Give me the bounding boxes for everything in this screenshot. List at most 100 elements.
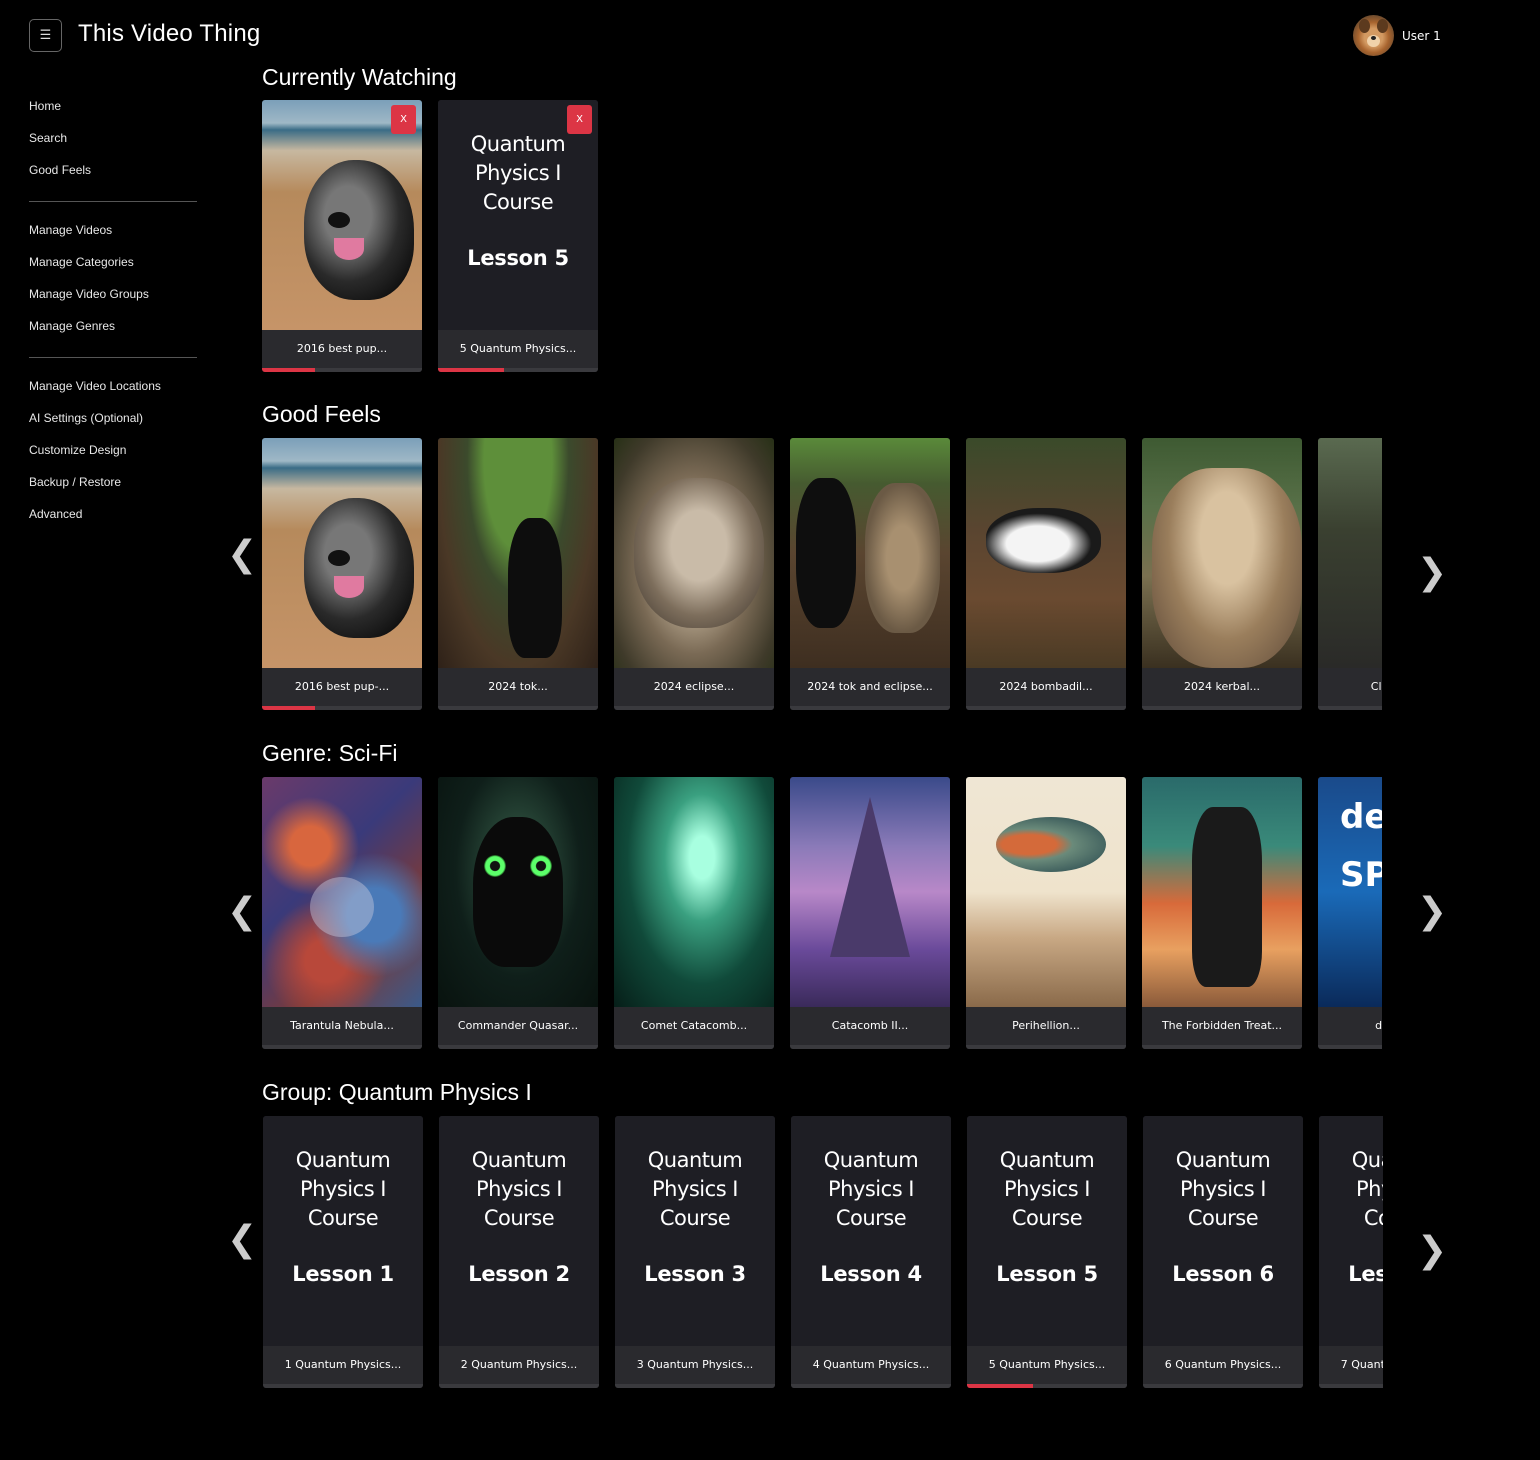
video-card[interactable]: Tarantula Nebula... — [262, 777, 422, 1049]
thumbnail-course-title: QuantumPhysics ICourse — [647, 1148, 743, 1230]
thumbnail-course-title: QuantumPhysics ICourse — [1175, 1148, 1271, 1230]
scroll-right-arrow-icon[interactable]: ❯ — [1417, 892, 1447, 932]
video-thumbnail: Quantum Physics I Course Lesson 5 — [967, 1116, 1127, 1346]
video-card[interactable]: Quantum Physics I Course Lesson 4 4 Quantum … — [791, 1116, 951, 1388]
video-thumbnail: Quantum Physics I Course Lesson 5 — [438, 100, 598, 330]
video-card[interactable]: Quantum Physics I Course Lesson 5 X 5 Qu… — [438, 100, 598, 372]
video-caption: Cloaked... — [1318, 668, 1382, 706]
sidebar-item-customize-design[interactable]: Customize Design — [29, 440, 197, 472]
app-title[interactable]: This Video Thing — [78, 20, 260, 48]
thumbnail-lesson-title: Lesson 7 — [1348, 1262, 1383, 1286]
row-title-currently-watching: Currently Watching — [262, 64, 457, 90]
sidebar-item-ai-settings[interactable]: AI Settings (Optional) — [29, 408, 197, 440]
video-card[interactable]: Quantum Physics I Course Lesson 6 6 Quantum … — [1143, 1116, 1303, 1388]
video-thumbnail: Quantum Physics I Course Lesson 3 — [615, 1116, 775, 1346]
video-thumbnail — [1142, 438, 1302, 668]
video-thumbnail — [790, 438, 950, 668]
video-thumbnail — [262, 438, 422, 668]
video-card[interactable]: 2024 kerbal... — [1142, 438, 1302, 710]
video-thumbnail: Quantum Physics I Course Lesson 2 — [439, 1116, 599, 1346]
thumbnail-course-title: Quantum Physics I Course — [470, 132, 566, 214]
video-card[interactable]: Catacomb II... — [790, 777, 950, 1049]
video-thumbnail: Quantum Physics I Course Lesson 6 — [1143, 1116, 1303, 1346]
video-caption: deStar... — [1318, 1007, 1382, 1045]
video-card[interactable]: Perihellion... — [966, 777, 1126, 1049]
sidebar-item-good-feels[interactable]: Good Feels — [29, 160, 197, 192]
video-thumbnail — [966, 777, 1126, 1007]
video-card[interactable]: 2016 best pup-... — [262, 438, 422, 710]
thumbnail-lesson-title: Lesson 2 — [468, 1262, 570, 1286]
watch-progress-bar — [790, 706, 950, 710]
sidebar-item-home[interactable]: Home — [29, 96, 197, 128]
sidebar-item-manage-video-locations[interactable]: Manage Video Locations — [29, 376, 197, 408]
row-title-genre-scifi: Genre: Sci-Fi — [262, 740, 398, 766]
watch-progress-bar — [1142, 706, 1302, 710]
video-card[interactable]: Quantum Physics I Course Lesson 1 1 Quantum … — [263, 1116, 423, 1388]
video-thumbnail: Quantum Physics I Course Lesson 4 — [791, 1116, 951, 1346]
sidebar-item-backup-restore[interactable]: Backup / Restore — [29, 472, 197, 504]
thumbnail-lesson-title: Lesson 1 — [292, 1262, 394, 1286]
video-caption: 2024 kerbal... — [1142, 668, 1302, 706]
video-card[interactable]: Quantum Physics I Course Lesson 2 2 Quantum … — [439, 1116, 599, 1388]
sidebar-item-manage-categories[interactable]: Manage Categories — [29, 252, 197, 284]
video-caption: 3 Quantum Physics... — [615, 1346, 775, 1384]
video-caption: 2024 eclipse... — [614, 668, 774, 706]
watch-progress-bar — [614, 706, 774, 710]
video-card[interactable]: 2024 eclipse... — [614, 438, 774, 710]
video-card[interactable]: 2024 tok... — [438, 438, 598, 710]
video-card[interactable]: QuantumPhysics ICourse Lesson 7 7 Quantum … — [1319, 1116, 1383, 1388]
video-card[interactable]: Quantum Physics I Course Lesson 5 5 Quantum … — [967, 1116, 1127, 1388]
remove-from-watching-button[interactable]: X — [567, 105, 592, 134]
video-card[interactable]: Commander Quasar... — [438, 777, 598, 1049]
sidebar-item-manage-genres[interactable]: Manage Genres — [29, 316, 197, 348]
thumbnail-course-title: QuantumPhysics ICourse — [471, 1148, 567, 1230]
video-caption: 2 Quantum Physics... — [439, 1346, 599, 1384]
sidebar-item-search[interactable]: Search — [29, 128, 197, 160]
watch-progress-bar — [439, 1384, 599, 1388]
sidebar-nav: Home Search Good Feels Manage Videos Man… — [29, 96, 197, 536]
watch-progress-bar — [262, 368, 422, 372]
scroll-left-arrow-icon[interactable]: ❮ — [227, 535, 257, 575]
remove-from-watching-button[interactable]: X — [391, 105, 416, 134]
thumbnail-course-title: QuantumPhysics ICourse — [1351, 1148, 1383, 1230]
video-caption: 6 Quantum Physics... — [1143, 1346, 1303, 1384]
video-card[interactable]: The Forbidden Treat... — [1142, 777, 1302, 1049]
video-thumbnail — [614, 438, 774, 668]
sidebar-item-manage-videos[interactable]: Manage Videos — [29, 220, 197, 252]
watch-progress-bar — [615, 1384, 775, 1388]
video-caption: 1 Quantum Physics... — [263, 1346, 423, 1384]
watch-progress-bar — [1143, 1384, 1303, 1388]
video-caption: The Forbidden Treat... — [1142, 1007, 1302, 1045]
scroll-right-arrow-icon[interactable]: ❯ — [1417, 553, 1447, 593]
video-caption: 2016 best pup... — [262, 330, 422, 368]
video-card[interactable]: X 2016 best pup... — [262, 100, 422, 372]
video-thumbnail — [614, 777, 774, 1007]
watch-progress-bar — [790, 1045, 950, 1049]
video-card[interactable]: 2024 tok and eclipse... — [790, 438, 950, 710]
watch-progress-bar — [262, 706, 422, 710]
user-name: User 1 — [1402, 28, 1441, 43]
video-card[interactable]: Comet Catacomb... — [614, 777, 774, 1049]
video-card[interactable]: 2024 bombadil... — [966, 438, 1126, 710]
video-card[interactable]: Quantum Physics I Course Lesson 3 3 Quantum … — [615, 1116, 775, 1388]
scroll-right-arrow-icon[interactable]: ❯ — [1417, 1231, 1447, 1271]
scroll-left-arrow-icon[interactable]: ❮ — [227, 1220, 257, 1260]
video-card[interactable]: Cloaked... — [1318, 438, 1382, 710]
video-thumbnail — [438, 777, 598, 1007]
watch-progress-bar — [1319, 1384, 1383, 1388]
video-caption: Perihellion... — [966, 1007, 1126, 1045]
video-thumbnail — [966, 438, 1126, 668]
video-card[interactable]: de SP deStar... — [1318, 777, 1382, 1049]
user-menu[interactable]: User 1 — [1353, 15, 1441, 56]
video-caption: Comet Catacomb... — [614, 1007, 774, 1045]
sidebar-item-manage-video-groups[interactable]: Manage Video Groups — [29, 284, 197, 316]
sidebar-item-advanced[interactable]: Advanced — [29, 504, 197, 536]
thumbnail-lesson-title: Lesson 4 — [820, 1262, 922, 1286]
sidebar-divider — [29, 201, 197, 202]
watch-progress-bar — [967, 1384, 1127, 1388]
avatar — [1353, 15, 1394, 56]
sidebar-toggle-button[interactable]: ☰ — [29, 19, 62, 52]
video-caption: 2024 tok... — [438, 668, 598, 706]
scroll-left-arrow-icon[interactable]: ❮ — [227, 892, 257, 932]
watch-progress-bar — [614, 1045, 774, 1049]
